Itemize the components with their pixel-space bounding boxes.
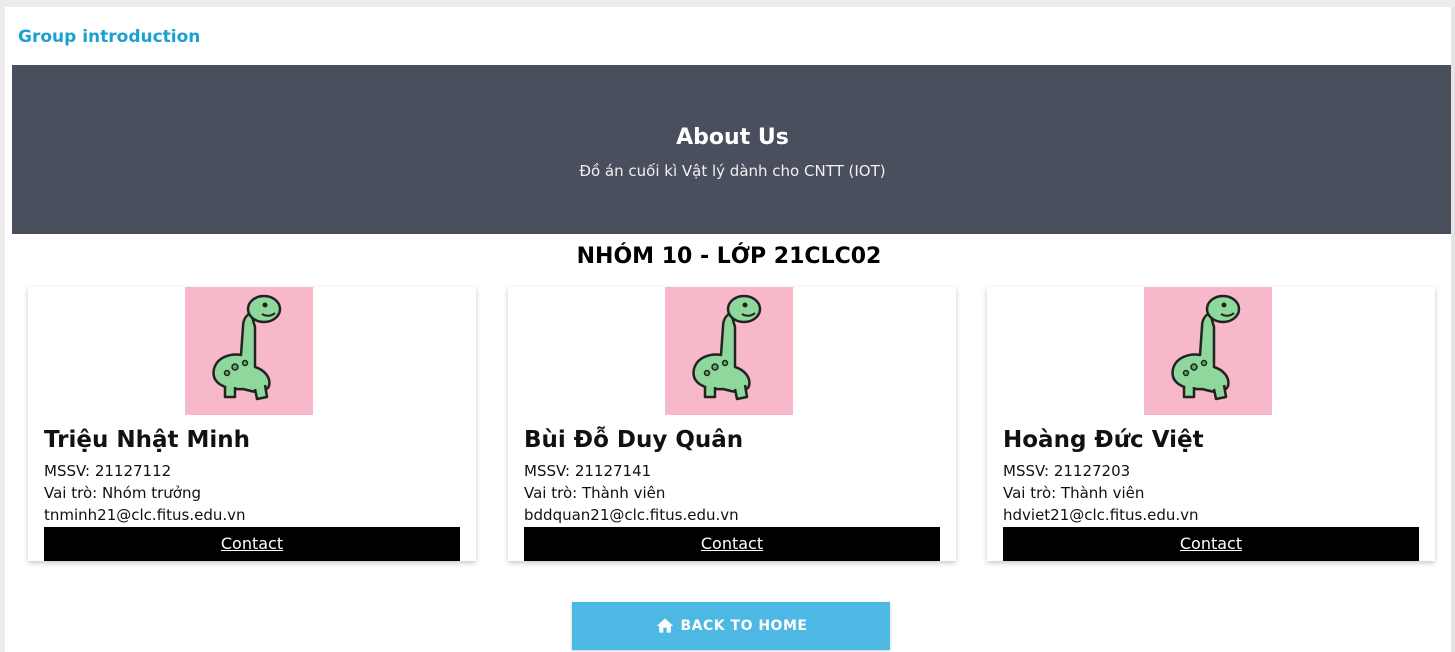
member-name: Bùi Đỗ Duy Quân: [524, 427, 744, 453]
member-email: bddquan21@clc.fitus.edu.vn: [524, 506, 739, 524]
dinosaur-avatar-icon: [665, 287, 793, 415]
about-us-title: About Us: [676, 125, 789, 150]
member-email: hdviet21@clc.fitus.edu.vn: [1003, 506, 1199, 524]
scrollbar[interactable]: [1451, 7, 1455, 652]
member-role: Vai trò: Nhóm trưởng: [44, 484, 201, 502]
about-us-banner: About Us Đồ án cuối kì Vật lý dành cho C…: [12, 65, 1453, 234]
member-mssv: MSSV: 21127141: [524, 462, 652, 480]
about-us-subtitle: Đồ án cuối kì Vật lý dành cho CNTT (IOT): [579, 162, 886, 180]
back-to-home-button[interactable]: BACK TO HOME: [572, 602, 890, 650]
member-name: Hoàng Đức Việt: [1003, 427, 1204, 453]
contact-button[interactable]: Contact: [1003, 527, 1419, 561]
member-role: Vai trò: Thành viên: [1003, 484, 1145, 502]
contact-button[interactable]: Contact: [44, 527, 460, 561]
member-email: tnminh21@clc.fitus.edu.vn: [44, 506, 246, 524]
member-mssv: MSSV: 21127112: [44, 462, 172, 480]
member-name: Triệu Nhật Minh: [44, 427, 251, 453]
group-title: NHÓM 10 - LỚP 21CLC02: [576, 244, 882, 269]
dinosaur-avatar-icon: [185, 287, 313, 415]
dinosaur-avatar-icon: [1144, 287, 1272, 415]
member-card: Triệu Nhật Minh MSSV: 21127112 Vai trò: …: [28, 287, 476, 561]
home-icon: [656, 618, 673, 633]
back-to-home-label: BACK TO HOME: [680, 618, 808, 634]
page-title: Group introduction: [18, 27, 201, 47]
member-card: Hoàng Đức Việt MSSV: 21127203 Vai trò: T…: [987, 287, 1435, 561]
member-mssv: MSSV: 21127203: [1003, 462, 1131, 480]
member-role: Vai trò: Thành viên: [524, 484, 666, 502]
member-card: Bùi Đỗ Duy Quân MSSV: 21127141 Vai trò: …: [508, 287, 956, 561]
contact-button[interactable]: Contact: [524, 527, 940, 561]
page-frame: Group introduction About Us Đồ án cuối k…: [5, 7, 1453, 652]
